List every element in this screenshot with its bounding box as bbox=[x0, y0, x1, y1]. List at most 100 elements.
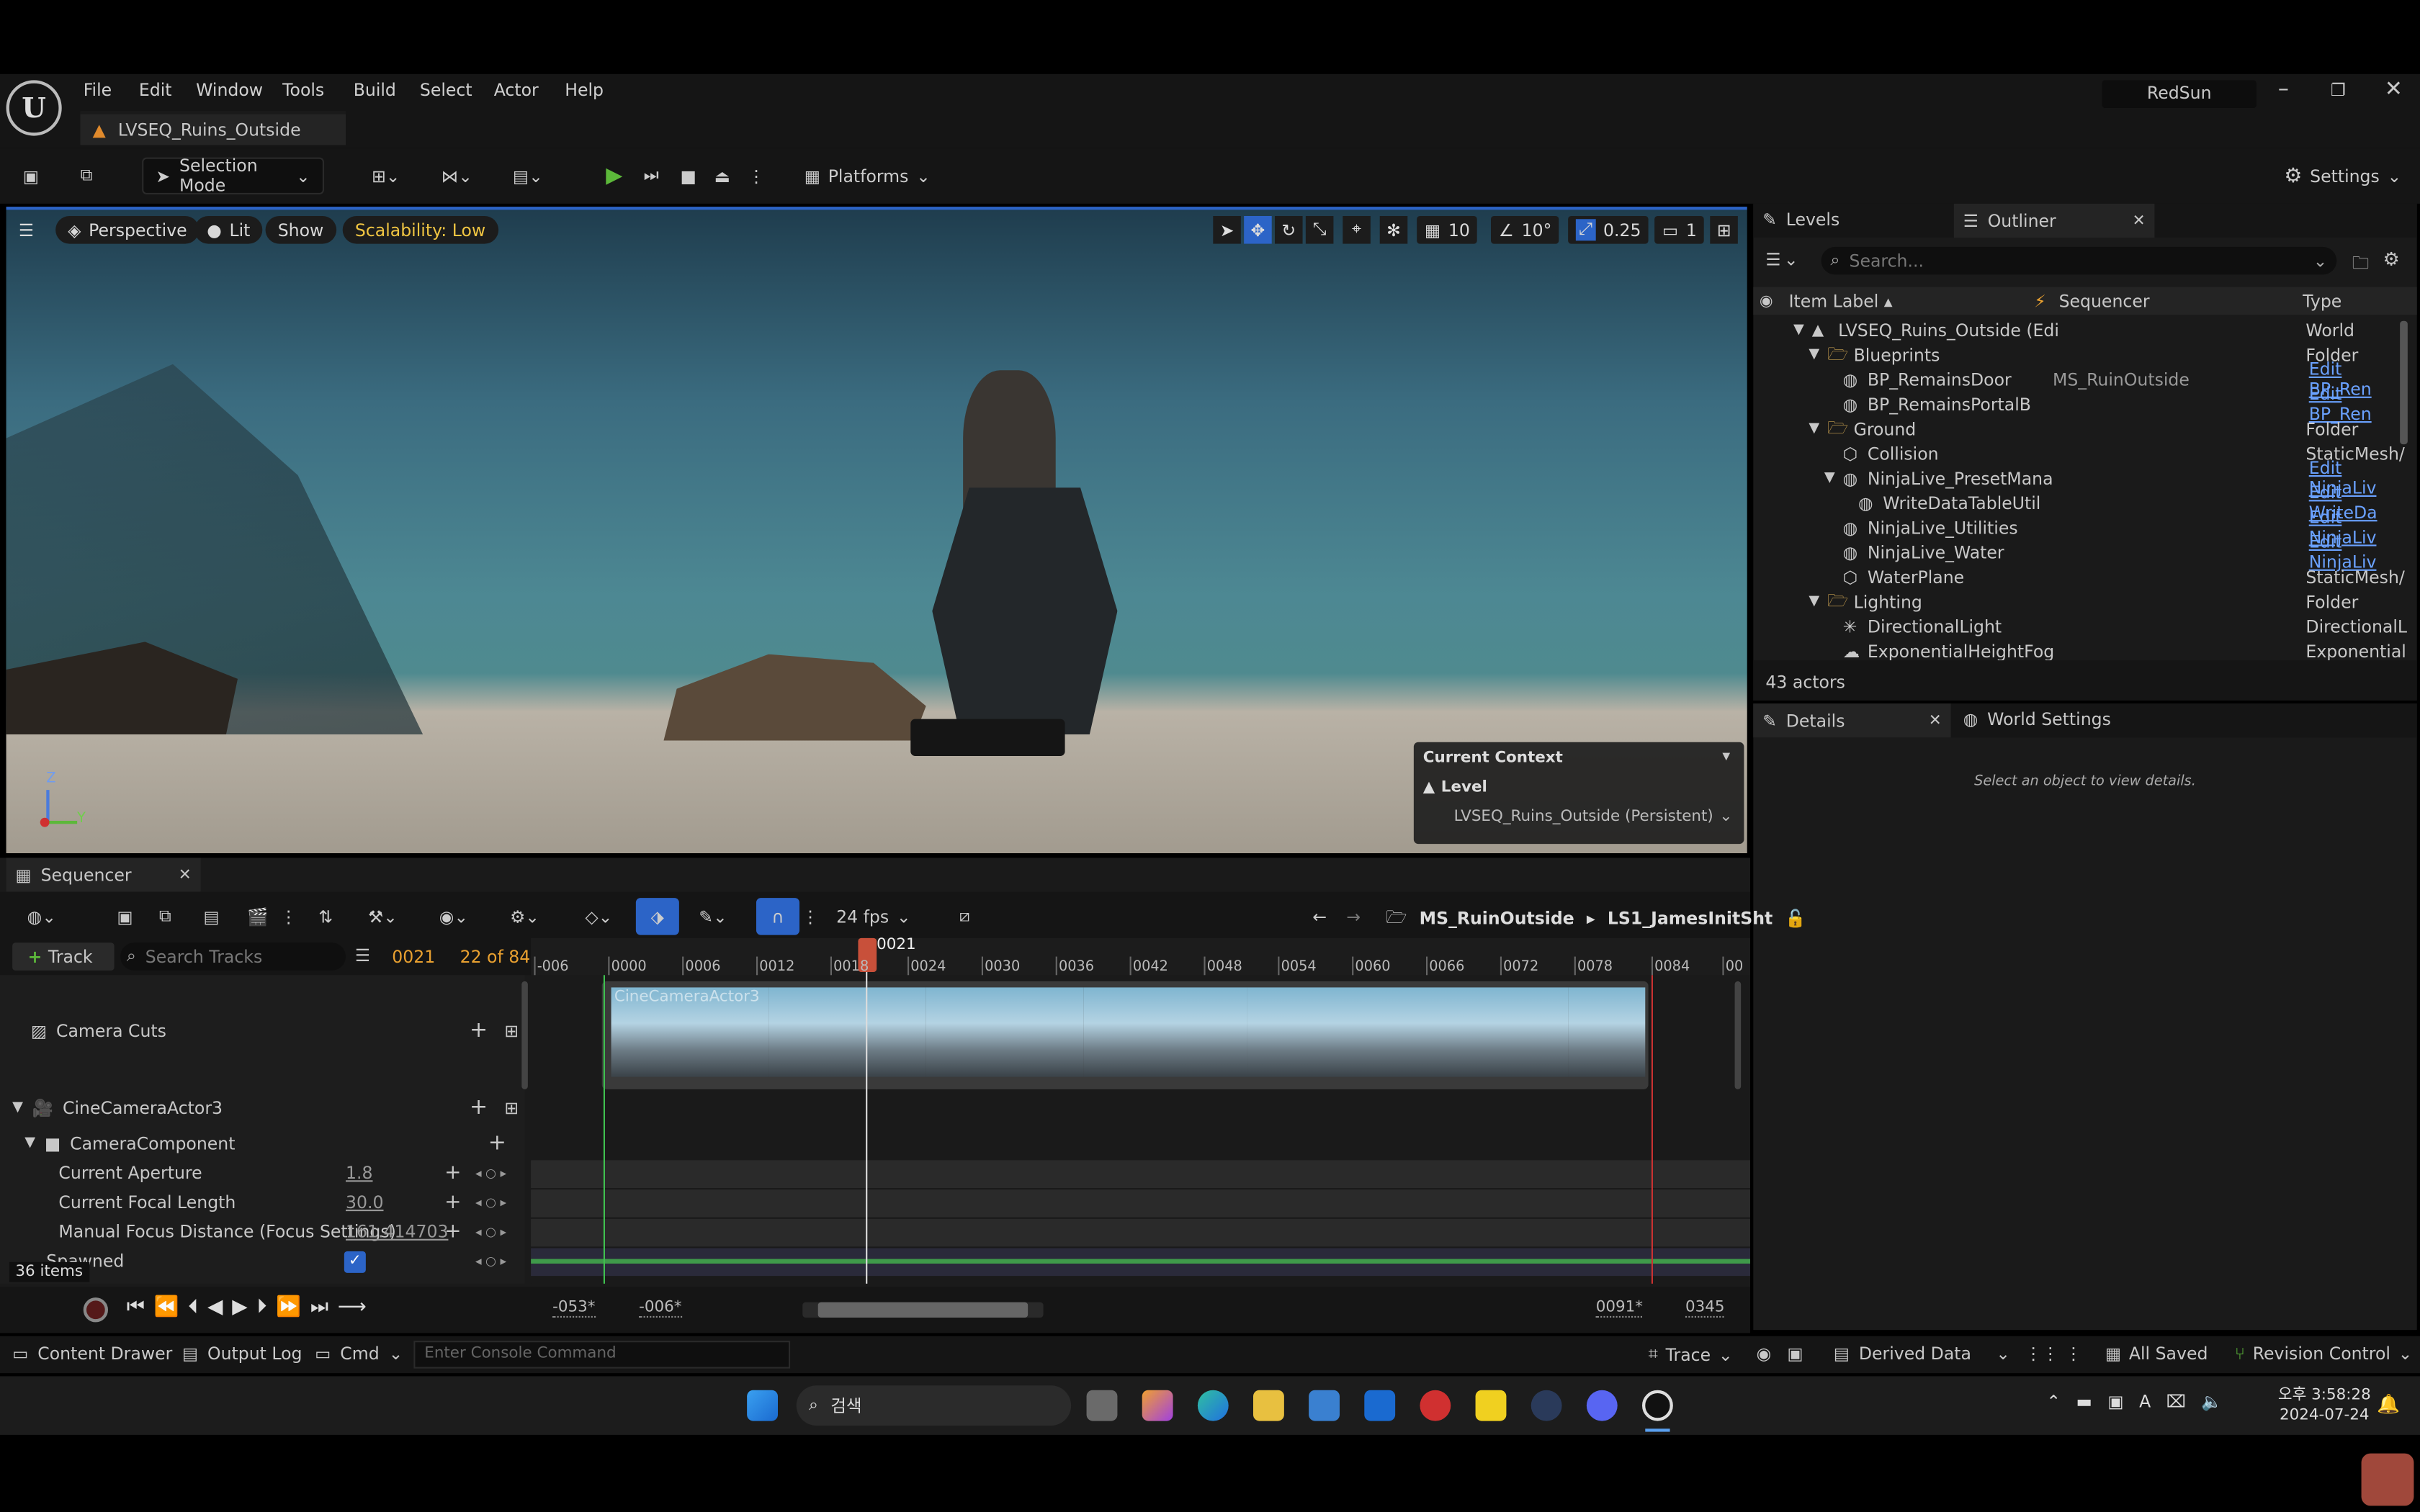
snap-magnet-icon[interactable]: ∩ bbox=[756, 898, 799, 935]
fps-dropdown[interactable]: 24 fps ⌄ bbox=[830, 898, 917, 935]
edge-icon[interactable] bbox=[1197, 1390, 1229, 1421]
cinematics-icon[interactable]: ▤⌄ bbox=[503, 158, 553, 194]
scale-snap-button[interactable]: ⤢ 0.25 bbox=[1568, 216, 1649, 244]
copilot-icon[interactable] bbox=[1142, 1390, 1173, 1421]
add-icon[interactable]: + bbox=[470, 1018, 488, 1043]
scale-tool-icon[interactable]: ⤡ bbox=[1305, 216, 1334, 244]
track-area-scrollbar[interactable] bbox=[1734, 981, 1742, 1089]
world-settings-tab[interactable]: ◍ World Settings bbox=[1963, 710, 2111, 730]
play-icon[interactable]: ▶ bbox=[232, 1296, 247, 1319]
add-track-icon[interactable]: ⊞ bbox=[504, 1098, 519, 1118]
unreal-logo-icon[interactable]: U bbox=[6, 80, 62, 136]
edit-mode-icon[interactable]: ✎⌄ bbox=[689, 898, 738, 935]
col-item-label[interactable]: Item Label ▴ bbox=[1789, 291, 1893, 311]
render-icon[interactable]: 🎬 bbox=[244, 898, 272, 935]
blueprint-icon[interactable]: ⋈⌄ bbox=[432, 158, 482, 194]
jump-start-icon[interactable]: ⏮ bbox=[127, 1296, 145, 1319]
level-viewport[interactable]: ☰ ◈ Perspective ● Lit Show Scalability: Lo… bbox=[6, 207, 1747, 854]
close-tab-icon[interactable]: ✕ bbox=[179, 866, 192, 883]
more-icon[interactable]: ⋮ bbox=[2065, 1344, 2082, 1364]
find-asset-icon[interactable]: ▤ bbox=[197, 898, 225, 935]
current-frame-field[interactable]: 0021 bbox=[392, 948, 435, 968]
col-type[interactable]: Type bbox=[2303, 291, 2341, 311]
lit-button[interactable]: ● Lit bbox=[194, 216, 263, 244]
play-icon[interactable]: ▶ bbox=[596, 158, 632, 194]
perspective-button[interactable]: ◈ Perspective bbox=[55, 216, 200, 244]
menu-window[interactable]: Window bbox=[196, 80, 263, 100]
restore-icon[interactable]: ❐ bbox=[2331, 80, 2346, 100]
forward-arrow-icon[interactable]: → bbox=[1340, 898, 1368, 935]
task-view-icon[interactable] bbox=[1086, 1390, 1118, 1421]
menu-help[interactable]: Help bbox=[565, 80, 604, 100]
derived-data-dropdown[interactable]: ▤ Derived Data ⌄ bbox=[1834, 1344, 2010, 1364]
add-folder-icon[interactable]: 🗀 bbox=[2352, 250, 2370, 279]
view-start-field[interactable]: -006* bbox=[639, 1299, 682, 1318]
step-forward-icon[interactable]: ⏵ bbox=[257, 1296, 267, 1319]
prev-key-icon[interactable]: ⏪ bbox=[154, 1296, 179, 1319]
outliner-scrollbar[interactable] bbox=[2400, 320, 2408, 445]
track-camera-actor[interactable]: ▼ 🎥 CineCameraActor3 + ⊞ bbox=[12, 1095, 519, 1120]
track-focal-length[interactable]: Current Focal Length 30.0 + ◂ ○ ▸ bbox=[58, 1191, 519, 1214]
tree-row[interactable]: ▼ 🗁 Ground Folder bbox=[1753, 417, 2401, 441]
store-icon[interactable] bbox=[1309, 1390, 1340, 1421]
track-camera-component[interactable]: ▼ ■ CameraComponent + bbox=[24, 1131, 519, 1156]
filter-dropdown[interactable]: ☰ ⌄ bbox=[1765, 250, 1798, 270]
track-camera-cuts[interactable]: ▨ Camera Cuts + ⊞ bbox=[31, 1018, 519, 1043]
browse-icon[interactable]: ⧉ bbox=[71, 158, 102, 194]
step-icon[interactable]: ⏭ bbox=[636, 158, 667, 194]
save-icon[interactable]: ▣ bbox=[111, 898, 139, 935]
breadcrumb-item[interactable]: MS_RuinOutside bbox=[1420, 909, 1574, 929]
outliner-search-input[interactable]: ⌕ Search... ⌄ bbox=[1821, 246, 2337, 275]
grid-snap-button[interactable]: ▦ 10 bbox=[1417, 216, 1478, 244]
trace-dropdown[interactable]: ⌗ Trace ⌄ bbox=[1649, 1344, 1733, 1365]
key-nav-icon[interactable]: ◂ ○ ▸ bbox=[475, 1166, 506, 1180]
tree-row[interactable]: ◍ NinjaLive_Utilities Edit NinjaLiv bbox=[1753, 508, 2401, 548]
tree-row[interactable]: ▼ ▲ LVSEQ_Ruins_Outside (Edi World bbox=[1753, 318, 2401, 342]
key-tools-icon[interactable]: ⚒⌄ bbox=[358, 898, 408, 935]
unreal-taskbar-icon[interactable] bbox=[1642, 1390, 1673, 1421]
key-nav-icon[interactable]: ◂ ○ ▸ bbox=[475, 1196, 506, 1210]
filter-icon[interactable]: ☰ bbox=[355, 946, 370, 966]
tree-row[interactable]: ⬡ Collision StaticMesh/ bbox=[1753, 441, 2405, 466]
record-icon[interactable] bbox=[83, 1297, 108, 1323]
world-dropdown-icon[interactable]: ◍⌄ bbox=[19, 898, 65, 935]
cmd-dropdown[interactable]: ▭ Cmd ⌄ bbox=[315, 1344, 403, 1364]
close-tab-icon[interactable]: ✕ bbox=[1929, 712, 1942, 729]
track-spawned[interactable]: Spawned ✓ ◂ ○ ▸ bbox=[46, 1250, 519, 1272]
range-end-field[interactable]: 0345 bbox=[1685, 1299, 1725, 1318]
auto-key-icon[interactable]: ⬗ bbox=[635, 898, 679, 935]
key-nav-icon[interactable]: ◂ ○ ▸ bbox=[475, 1254, 506, 1268]
save-icon[interactable]: ▣ bbox=[15, 158, 46, 194]
layout-icon[interactable]: ⊞ bbox=[1710, 216, 1738, 244]
screenshot-icon[interactable]: ▣ bbox=[1787, 1344, 1803, 1364]
snap-options-icon[interactable]: ⋮ bbox=[802, 898, 819, 935]
tree-row[interactable]: ◍ BP_RemainsDoor MS_RuinOutside Edit BP_Ren bbox=[1753, 359, 2401, 400]
menu-build[interactable]: Build bbox=[354, 80, 396, 100]
chevron-up-icon[interactable]: ⌃ bbox=[2046, 1392, 2061, 1412]
back-arrow-icon[interactable]: ← bbox=[1306, 898, 1334, 935]
more-options-icon[interactable]: ⋮ bbox=[278, 898, 300, 935]
tray-app-icon[interactable]: ▣ bbox=[2107, 1392, 2123, 1412]
play-options-icon[interactable]: ⋮ bbox=[744, 158, 768, 194]
taskbar-search[interactable]: ⌕ 검색 bbox=[796, 1385, 1072, 1426]
close-window-icon[interactable]: ✕ bbox=[2385, 77, 2403, 102]
aperture-value[interactable]: 1.8 bbox=[346, 1164, 373, 1184]
file-explorer-icon[interactable] bbox=[1253, 1390, 1284, 1421]
range-start-field[interactable]: -053* bbox=[552, 1299, 596, 1318]
focus-distance-value[interactable]: 161.414703 bbox=[346, 1222, 448, 1242]
content-drawer-button[interactable]: ▭ Content Drawer bbox=[12, 1344, 172, 1364]
tray-app-icon[interactable]: ▬ bbox=[2076, 1392, 2092, 1412]
rotation-snap-button[interactable]: ∠ 10° bbox=[1491, 216, 1560, 244]
tree-row[interactable]: ◍ NinjaLive_Water Edit NinjaLiv bbox=[1753, 532, 2401, 572]
console-input[interactable]: Enter Console Command bbox=[413, 1341, 791, 1369]
tree-row[interactable]: ☁ ExponentialHeightFog Exponential bbox=[1753, 639, 2406, 660]
curve-editor-icon[interactable]: ⧄ bbox=[948, 898, 982, 935]
save-as-icon[interactable]: ⧉ bbox=[151, 898, 179, 935]
tree-row[interactable]: ◍ BP_RemainsPortalB Edit BP_Ren bbox=[1753, 384, 2401, 425]
steam-icon[interactable] bbox=[1531, 1390, 1562, 1421]
add-icon[interactable]: + bbox=[470, 1095, 488, 1120]
close-tab-icon[interactable]: ✕ bbox=[2133, 212, 2146, 230]
all-saved-button[interactable]: ▦ All Saved bbox=[2105, 1344, 2208, 1364]
step-back-icon[interactable]: ⏴ bbox=[188, 1296, 198, 1319]
menu-tools[interactable]: Tools bbox=[282, 80, 324, 100]
